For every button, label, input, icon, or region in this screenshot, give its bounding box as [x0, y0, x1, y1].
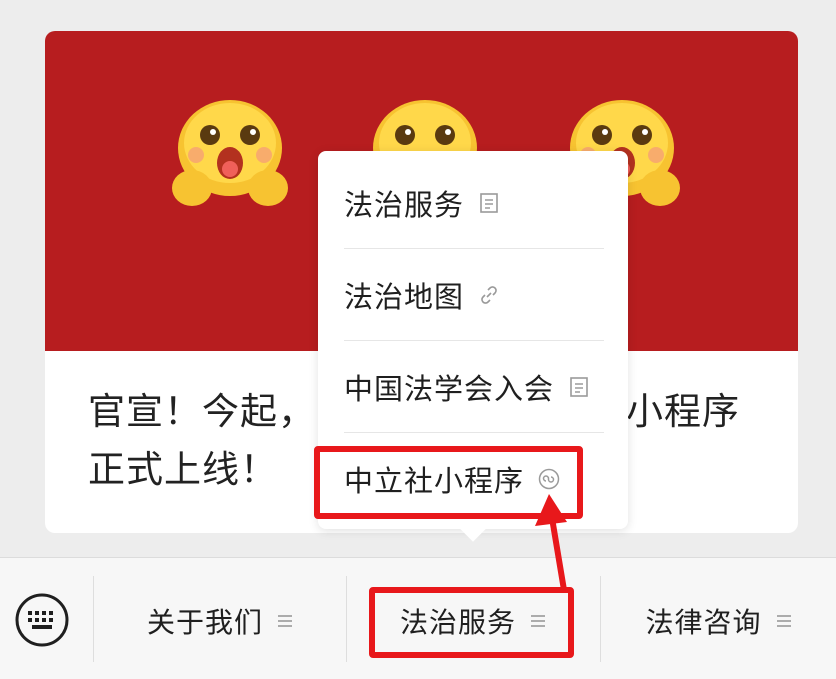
menu-item-about-us[interactable]: 关于我们 — [94, 596, 346, 646]
hug-emoji-icon — [172, 100, 288, 206]
submenu-lines-icon — [776, 615, 791, 627]
menu-item-label: 法律咨询 — [645, 606, 762, 639]
highlight-box-legal-service — [369, 587, 574, 658]
submenu-item-legal-service[interactable]: 法治服务 — [344, 157, 604, 249]
annotation-arrow-icon — [535, 494, 567, 593]
submenu-item-law-society-join[interactable]: 中国法学会入会 — [344, 341, 604, 433]
menu-item-legal-consult[interactable]: 法律咨询 — [601, 596, 836, 646]
article-icon — [480, 193, 498, 213]
submenu-item-label: 法治服务 — [344, 188, 465, 222]
keyboard-toggle-icon[interactable] — [14, 592, 70, 648]
menu-item-label: 关于我们 — [146, 606, 263, 639]
submenu-lines-icon — [278, 615, 292, 627]
submenu-item-label: 法治地图 — [344, 280, 465, 314]
article-icon — [570, 377, 588, 397]
submenu-item-label: 中国法学会入会 — [344, 372, 555, 406]
link-icon — [481, 286, 497, 304]
article-title-line1-end: 小程序 — [626, 390, 740, 433]
submenu-item-legal-map[interactable]: 法治地图 — [344, 249, 604, 341]
